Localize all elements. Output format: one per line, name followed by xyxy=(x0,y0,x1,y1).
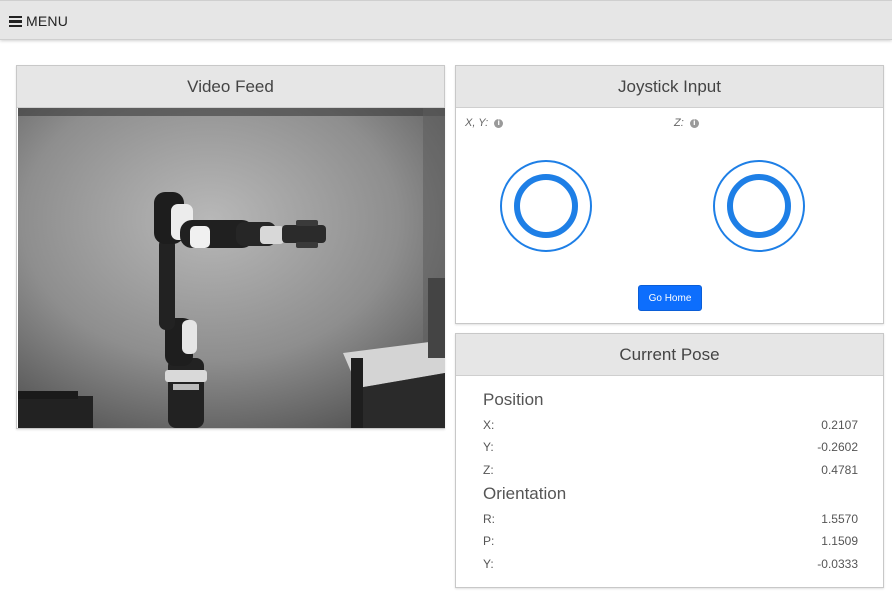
z-joystick-label: Z: i xyxy=(674,117,699,129)
pose-label: Z: xyxy=(483,463,494,477)
orientation-r-row: R: 1.5570 xyxy=(483,512,858,526)
pose-label: P: xyxy=(483,534,495,548)
pose-value: 1.5570 xyxy=(821,512,858,526)
joystick-title: Joystick Input xyxy=(456,66,883,108)
video-feed-title: Video Feed xyxy=(17,66,444,108)
menu-button[interactable]: MENU xyxy=(9,11,68,31)
position-y-row: Y: -0.2602 xyxy=(483,440,858,454)
menu-label: MENU xyxy=(26,13,69,29)
z-joystick[interactable] xyxy=(713,160,805,252)
current-pose-title: Current Pose xyxy=(456,334,883,376)
position-x-row: X: 0.2107 xyxy=(483,418,858,432)
pose-label: R: xyxy=(483,512,495,526)
pose-value: -0.2602 xyxy=(817,440,858,454)
xy-joystick[interactable] xyxy=(500,160,592,252)
orientation-y-row: Y: -0.0333 xyxy=(483,557,858,571)
xy-joystick-label: X, Y: i xyxy=(465,117,504,129)
info-icon[interactable]: i xyxy=(689,118,699,128)
orientation-p-row: P: 1.1509 xyxy=(483,534,858,548)
position-heading: Position xyxy=(483,390,544,409)
pose-label: X: xyxy=(483,418,495,432)
pose-value: -0.0333 xyxy=(817,557,858,571)
z-joystick-knob[interactable] xyxy=(727,174,791,238)
xy-label-text: X, Y: xyxy=(465,117,489,129)
orientation-heading: Orientation xyxy=(483,484,567,503)
joystick-card: Joystick Input X, Y: i Z: i Go Home xyxy=(455,65,884,324)
video-feed-card: Video Feed xyxy=(16,65,445,429)
pose-label: Y: xyxy=(483,557,494,571)
z-label-text: Z: xyxy=(674,117,684,129)
hamburger-icon xyxy=(9,15,22,27)
pose-value: 0.4781 xyxy=(821,463,858,477)
pose-value: 1.1509 xyxy=(821,534,858,548)
video-stream xyxy=(18,108,445,428)
position-z-row: Z: 0.4781 xyxy=(483,463,858,477)
current-pose-card: Current Pose Position X: 0.2107 Y: -0.26… xyxy=(455,333,884,588)
pose-value: 0.2107 xyxy=(821,418,858,432)
top-navbar: MENU xyxy=(0,0,892,40)
xy-joystick-knob[interactable] xyxy=(514,174,578,238)
go-home-button[interactable]: Go Home xyxy=(638,285,702,311)
info-icon[interactable]: i xyxy=(494,118,504,128)
pose-label: Y: xyxy=(483,440,494,454)
